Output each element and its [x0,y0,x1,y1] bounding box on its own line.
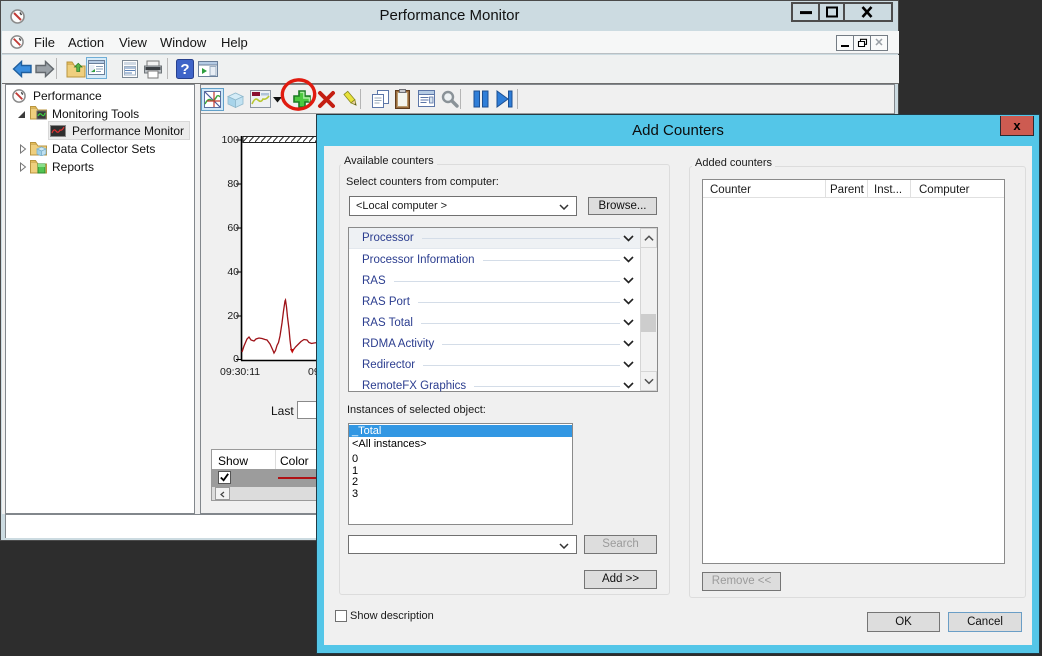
svg-text:?: ? [180,61,189,78]
